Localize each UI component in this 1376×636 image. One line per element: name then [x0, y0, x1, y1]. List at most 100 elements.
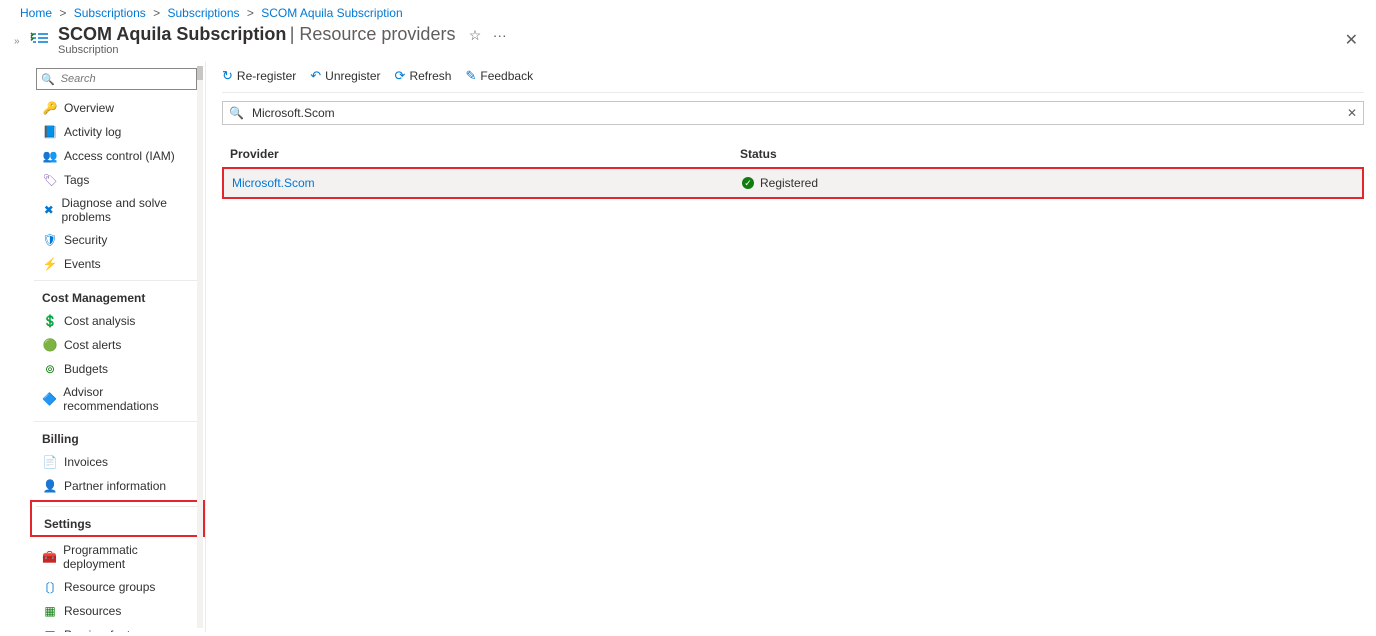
sidebar-item-label: Programmatic deployment	[63, 543, 195, 571]
table-header: Provider Status	[222, 129, 1364, 167]
sidebar-item-tags[interactable]: 🏷 Tags	[34, 168, 201, 192]
sidebar-item-programmatic-deployment[interactable]: 🧰 Programmatic deployment	[34, 539, 201, 575]
sidebar-item-label: Resources	[64, 604, 121, 618]
clear-filter-icon[interactable]: ✕	[1347, 106, 1357, 120]
sidebar: 🔍 « 🔑Overview📘Activity log👥Access contro…	[30, 62, 206, 632]
sidebar-item-label: Diagnose and solve problems	[62, 196, 195, 224]
sidebar-item-activity-log[interactable]: 📘 Activity log	[34, 120, 201, 144]
close-blade-icon[interactable]: ✕	[1345, 30, 1358, 50]
toolbar-re-register[interactable]: ↻ Re-register	[222, 68, 296, 84]
toolbar-refresh[interactable]: ⟳Refresh	[395, 68, 452, 84]
column-status[interactable]: Status	[740, 147, 1364, 161]
sidebar-item-label: Activity log	[64, 125, 121, 139]
filter-box[interactable]: 🔍 ✕	[222, 101, 1364, 125]
undo-icon: ↶	[310, 68, 321, 84]
people-icon: 👥	[42, 148, 58, 164]
chart-icon: 💲	[42, 313, 58, 329]
deploy-icon: 🧰	[42, 549, 57, 565]
sidebar-item-label: Cost analysis	[64, 314, 135, 328]
sidebar-item-label: Security	[64, 233, 107, 247]
subscription-icon	[30, 28, 50, 48]
status-text: Registered	[760, 176, 818, 190]
filter-input[interactable]	[250, 105, 1355, 121]
sidebar-item-cost-alerts[interactable]: 🟢 Cost alerts	[34, 333, 201, 357]
toolbar-label: Feedback	[480, 69, 533, 83]
search-icon: 🔍	[229, 106, 244, 120]
sidebar-search[interactable]: 🔍	[36, 68, 197, 90]
preview-icon: ▤	[42, 627, 58, 632]
breadcrumb-subscriptions[interactable]: Subscriptions	[74, 6, 146, 20]
sidebar-item-access-control-iam-[interactable]: 👥 Access control (IAM)	[34, 144, 201, 168]
sidebar-scrollbar[interactable]	[197, 66, 203, 628]
sidebar-item-partner-information[interactable]: 👤 Partner information	[34, 474, 201, 498]
toolbar-label: Unregister	[325, 69, 380, 83]
status-registered-icon: ✓	[742, 177, 754, 189]
sidebar-search-input[interactable]	[59, 72, 192, 86]
breadcrumb-current[interactable]: SCOM Aquila Subscription	[261, 6, 402, 20]
sidebar-item-label: Partner information	[64, 479, 166, 493]
shield-icon: 🛡	[42, 232, 58, 248]
sidebar-group-billing: Billing	[34, 421, 201, 450]
toolbar-label: Refresh	[409, 69, 451, 83]
status-cell: ✓ Registered	[742, 176, 818, 190]
sidebar-group-settings: Settings	[36, 506, 199, 535]
page-subtitle: Resource providers	[299, 24, 455, 44]
breadcrumb-home[interactable]: Home	[20, 6, 52, 20]
provider-link[interactable]: Microsoft.Scom	[232, 176, 742, 190]
sidebar-item-label: Resource groups	[64, 580, 155, 594]
sidebar-item-resources[interactable]: ▦ Resources	[34, 599, 201, 623]
toolbar-label: Re-register	[237, 69, 296, 83]
main-content: ↻ Re-register ↶ Unregister ⟳Refresh ✎ Feedback…	[206, 62, 1376, 632]
log-icon: 📘	[42, 124, 58, 140]
key-icon: 🔑	[42, 100, 58, 116]
grid-icon: ▦	[42, 603, 58, 619]
sidebar-group-cost-management: Cost Management	[34, 280, 201, 309]
breadcrumb: Home > Subscriptions > Subscriptions > S…	[0, 0, 1376, 24]
sidebar-item-label: Invoices	[64, 455, 108, 469]
bolt-icon: ⚡	[42, 256, 58, 272]
sidebar-item-advisor-recommendations[interactable]: 🔷 Advisor recommendations	[34, 381, 201, 417]
highlight-box: Settings	[30, 500, 205, 537]
sidebar-item-overview[interactable]: 🔑 Overview	[34, 96, 201, 120]
page-header: SCOM Aquila Subscription | Resource prov…	[0, 24, 1376, 62]
sidebar-item-budgets[interactable]: ⊚ Budgets	[34, 357, 201, 381]
refresh-cw-icon: ↻	[222, 68, 233, 84]
rg-icon: 〔〕	[42, 579, 58, 595]
invoice-icon: 📄	[42, 454, 58, 470]
feedback-icon: ✎	[465, 68, 476, 84]
sidebar-item-preview-features[interactable]: ▤ Preview features	[34, 623, 201, 632]
table-row[interactable]: Microsoft.Scom ✓ Registered	[224, 169, 1362, 197]
sidebar-item-cost-analysis[interactable]: 💲 Cost analysis	[34, 309, 201, 333]
sidebar-item-label: Access control (IAM)	[64, 149, 175, 163]
favorite-star-icon[interactable]: ☆	[469, 27, 482, 43]
toolbar: ↻ Re-register ↶ Unregister ⟳Refresh ✎ Feedback	[222, 62, 1364, 93]
breadcrumb-subscriptions-2[interactable]: Subscriptions	[167, 6, 239, 20]
partner-icon: 👤	[42, 478, 58, 494]
sidebar-item-diagnose-and-solve-problems[interactable]: ✖ Diagnose and solve problems	[34, 192, 201, 228]
toolbar-feedback[interactable]: ✎ Feedback	[465, 68, 533, 84]
sidebar-item-label: Preview features	[64, 628, 153, 632]
highlighted-row: Microsoft.Scom ✓ Registered	[222, 167, 1364, 199]
diagnose-icon: ✖	[42, 202, 56, 218]
budget-icon: ⊚	[42, 361, 58, 377]
sidebar-item-resource-groups[interactable]: 〔〕 Resource groups	[34, 575, 201, 599]
page-title: SCOM Aquila Subscription	[58, 24, 286, 44]
sidebar-item-label: Events	[64, 257, 101, 271]
sidebar-item-label: Cost alerts	[64, 338, 121, 352]
resource-type-label: Subscription	[58, 44, 507, 56]
advisor-icon: 🔷	[42, 391, 57, 407]
refresh-icon: ⟳	[395, 68, 406, 84]
column-provider[interactable]: Provider	[230, 147, 740, 161]
toolbar-unregister[interactable]: ↶ Unregister	[310, 68, 380, 84]
sidebar-item-security[interactable]: 🛡 Security	[34, 228, 201, 252]
alert-icon: 🟢	[42, 337, 58, 353]
more-icon[interactable]: ···	[493, 27, 507, 43]
sidebar-item-label: Overview	[64, 101, 114, 115]
sidebar-item-label: Budgets	[64, 362, 108, 376]
search-icon: 🔍	[41, 73, 55, 86]
sidebar-item-events[interactable]: ⚡ Events	[34, 252, 201, 276]
sidebar-item-label: Tags	[64, 173, 89, 187]
tag-icon: 🏷	[42, 172, 58, 188]
sidebar-item-invoices[interactable]: 📄 Invoices	[34, 450, 201, 474]
sidebar-item-label: Advisor recommendations	[63, 385, 195, 413]
